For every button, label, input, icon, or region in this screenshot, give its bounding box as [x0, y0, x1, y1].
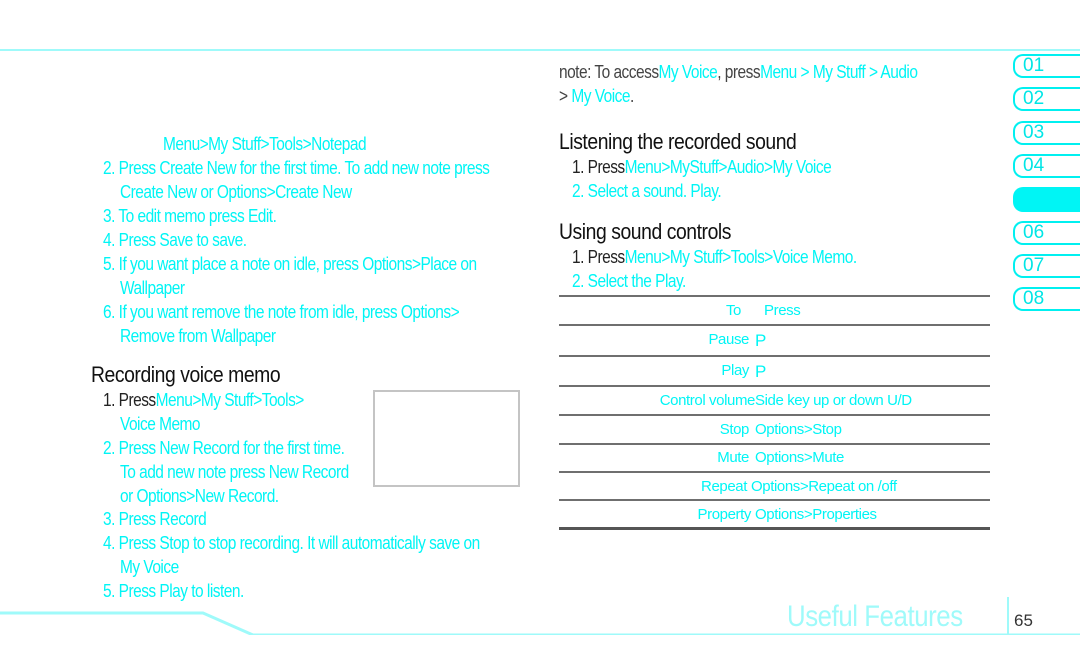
chapter-tab-02[interactable]: 02 — [1013, 87, 1080, 111]
notepad-step-5-line1: 5. If you want place a note on idle, pre… — [103, 254, 477, 274]
chapter-tab-08[interactable]: 08 — [1013, 287, 1080, 311]
step-prefix: 1. Press — [103, 390, 156, 410]
note-gt: > — [559, 86, 572, 106]
table-header-press: Press — [764, 302, 801, 319]
recording-step-1-line1: 1. PressMenu>My Stuff>Tools> — [103, 388, 304, 412]
step-prefix: 1. Press — [572, 247, 625, 267]
notepad-step-4: 4. Press Save to save. — [103, 230, 247, 250]
recording-step-4-line2: My Voice — [120, 557, 179, 577]
recording-step-1-line2: Voice Memo — [120, 414, 201, 434]
header-rule — [0, 49, 1080, 51]
notepad-step-3: 3. To edit memo press Edit. — [103, 206, 277, 226]
notepad-step-6-line2: Remove from Wallpaper — [120, 326, 276, 346]
notepad-step-5-line2: Wallpaper — [120, 278, 185, 298]
cell-press: Side key up or down U/D — [755, 392, 912, 409]
table-rule — [559, 324, 990, 326]
cell-press: Options>Properties — [755, 506, 877, 523]
table-rule — [559, 471, 990, 473]
note-period: . — [630, 86, 634, 106]
cell-to: Property — [697, 506, 752, 523]
chapter-tab-07[interactable]: 07 — [1013, 254, 1080, 278]
table-rule — [559, 527, 990, 530]
note-my-voice-2: My Voice — [571, 86, 631, 106]
listening-step-2: 2. Select a sound. Play. — [572, 181, 722, 201]
screenshot-placeholder — [373, 390, 520, 487]
note-prefix: note: To access — [559, 62, 659, 82]
footer-separator — [1007, 597, 1009, 635]
note-menu-path: Menu > My Stuff > Audio — [760, 62, 918, 82]
recording-step-2-line2: To add new note press New Record — [120, 462, 349, 482]
chapter-tab-06[interactable]: 06 — [1013, 221, 1080, 245]
table-rule — [559, 355, 990, 357]
table-rule — [559, 295, 990, 297]
cell-to: Control volume — [659, 392, 756, 409]
notepad-step-2-line1: 2. Press Create New for the first time. … — [103, 158, 490, 178]
menu-path: Menu>My Stuff>Tools> — [155, 390, 305, 410]
recording-step-3: 3. Press Record — [103, 509, 207, 529]
cell-to: Play — [721, 362, 749, 379]
note-press: , press — [717, 62, 761, 82]
notepad-path: Menu>My Stuff>Tools>Notepad — [163, 134, 367, 154]
cell-press: Options>Repeat on /off — [751, 478, 897, 495]
controls-step-2: 2. Select the Play. — [572, 271, 686, 291]
controls-step-1: 1. PressMenu>My Stuff>Tools>Voice Memo. — [572, 245, 857, 269]
menu-path: Menu>MyStuff>Audio>My Voice — [624, 157, 832, 177]
note-line1: note: To accessMy Voice, pressMenu > My … — [559, 62, 918, 83]
cell-press: Options>Stop — [755, 421, 842, 438]
table-rule — [559, 443, 990, 445]
cell-press: P — [755, 362, 766, 381]
chapter-tab-04[interactable]: 04 — [1013, 154, 1080, 178]
recording-step-2-line1: 2. Press New Record for the first time. — [103, 438, 345, 458]
listening-heading: Listening the recorded sound — [559, 129, 797, 154]
cell-to: Mute — [717, 449, 749, 466]
table-rule — [559, 385, 990, 387]
recording-heading: Recording voice memo — [91, 362, 281, 387]
recording-step-2-line3: or Options>New Record. — [120, 486, 279, 506]
table-header-to: To — [725, 302, 741, 319]
recording-step-5: 5. Press Play to listen. — [103, 581, 244, 601]
chapter-tab-03[interactable]: 03 — [1013, 121, 1080, 145]
step-prefix: 1. Press — [572, 157, 625, 177]
table-rule — [559, 414, 990, 416]
cell-to: Stop — [719, 421, 750, 438]
cell-to: Pause — [708, 331, 749, 348]
table-rule — [559, 499, 990, 501]
notepad-step-6-line1: 6. If you want remove the note from idle… — [103, 302, 460, 322]
notepad-step-2-line2: Create New or Options>Create New — [120, 182, 352, 202]
controls-heading: Using sound controls — [559, 219, 731, 244]
recording-step-4-line1: 4. Press Stop to stop recording. It will… — [103, 533, 480, 553]
chapter-tab-01[interactable]: 01 — [1013, 54, 1080, 78]
cell-press: Options>Mute — [755, 449, 845, 466]
note-my-voice: My Voice — [658, 62, 718, 82]
chapter-tab-05-active[interactable] — [1013, 187, 1080, 212]
section-title: Useful Features — [787, 600, 963, 633]
page-number: 65 — [1014, 611, 1033, 630]
note-line2: > My Voice. — [559, 86, 634, 107]
listening-step-1: 1. PressMenu>MyStuff>Audio>My Voice — [572, 155, 832, 179]
cell-press: P — [755, 331, 766, 350]
cell-to: Repeat — [701, 478, 747, 495]
menu-path: Menu>My Stuff>Tools>Voice Memo. — [624, 247, 857, 267]
